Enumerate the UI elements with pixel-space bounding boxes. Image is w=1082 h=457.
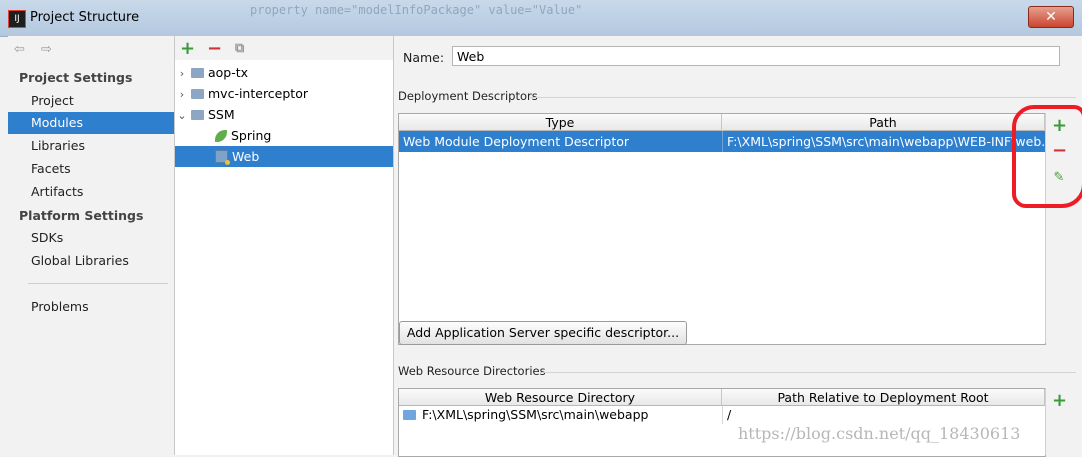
copy-icon[interactable]: ⧉: [235, 41, 244, 56]
resource-side-toolbar: +: [1045, 388, 1076, 455]
tree-node-spring[interactable]: Spring: [175, 125, 393, 146]
module-folder-icon: [191, 68, 204, 78]
web-resource-directories-table: Web Resource Directory Path Relative to …: [398, 388, 1046, 457]
tree-node-label: mvc-interceptor: [208, 86, 308, 101]
column-header-type[interactable]: Type: [399, 114, 722, 131]
expand-chevron-icon[interactable]: ›: [175, 63, 189, 84]
forward-arrow-icon[interactable]: ⇨: [41, 42, 52, 57]
facet-detail-panel: Name: Deployment Descriptors Type Path W…: [394, 36, 1082, 457]
sidebar-item-global-libraries[interactable]: Global Libraries: [8, 250, 174, 272]
module-tree-panel: + − ⧉ › aop-tx › mvc-interceptor ⌄ SSM Spri…: [175, 36, 394, 455]
tree-toolbar: + − ⧉: [175, 36, 393, 60]
tree-node-label: Web: [232, 149, 260, 164]
web-resource-directories-title: Web Resource Directories: [398, 364, 546, 378]
sidebar-item-problems[interactable]: Problems: [8, 296, 174, 318]
sidebar-divider: [28, 283, 168, 284]
tree-node-aop-tx[interactable]: › aop-tx: [175, 62, 393, 83]
web-facet-icon: [215, 150, 230, 165]
relative-path-cell: /: [722, 406, 1045, 424]
remove-icon[interactable]: −: [207, 38, 222, 59]
column-header-path[interactable]: Path: [722, 114, 1045, 131]
tree-node-ssm[interactable]: ⌄ SSM: [175, 104, 393, 125]
column-header-web-resource-directory[interactable]: Web Resource Directory: [399, 389, 722, 406]
add-server-descriptor-button[interactable]: Add Application Server specific descript…: [399, 321, 687, 345]
name-input[interactable]: [452, 46, 1060, 66]
tree-node-label: SSM: [208, 107, 235, 122]
web-folder-icon: [403, 410, 416, 420]
sidebar-item-libraries[interactable]: Libraries: [8, 135, 174, 157]
table-row[interactable]: F:\XML\spring\SSM\src\main\webapp /: [399, 406, 1045, 424]
tree-node-label: aop-tx: [208, 65, 249, 80]
back-arrow-icon[interactable]: ⇦: [14, 42, 25, 57]
sidebar-item-modules[interactable]: Modules: [8, 112, 174, 134]
module-folder-icon: [191, 110, 204, 120]
expand-chevron-icon[interactable]: ›: [175, 84, 189, 105]
group-divider: [530, 97, 1076, 98]
resource-dir-text: F:\XML\spring\SSM\src\main\webapp: [422, 407, 649, 422]
project-settings-header: Project Settings: [19, 70, 133, 85]
close-button[interactable]: ✕: [1028, 6, 1074, 28]
settings-sidebar: ⇦ ⇨ Project Settings Project Modules Lib…: [8, 36, 175, 455]
sidebar-item-sdks[interactable]: SDKs: [8, 227, 174, 249]
platform-settings-header: Platform Settings: [19, 208, 144, 223]
column-header-path-relative[interactable]: Path Relative to Deployment Root: [722, 389, 1045, 406]
add-icon[interactable]: +: [180, 38, 195, 59]
descriptor-path-cell: F:\XML\spring\SSM\src\main\webapp\WEB-IN…: [722, 131, 1045, 152]
red-annotation-circle: [1012, 105, 1082, 208]
module-folder-icon: [191, 89, 204, 99]
title-bar: IJ Project Structure property name="mode…: [0, 0, 1082, 37]
tree-node-label: Spring: [231, 128, 272, 143]
sidebar-item-facets[interactable]: Facets: [8, 158, 174, 180]
deployment-descriptors-table: Type Path Web Module Deployment Descript…: [398, 113, 1046, 345]
background-editor-code: property name="modelInfoPackage" value="…: [250, 3, 583, 17]
intellij-logo-icon: IJ: [8, 10, 26, 28]
tree-node-web[interactable]: Web: [175, 146, 393, 167]
sidebar-item-artifacts[interactable]: Artifacts: [8, 181, 174, 203]
window-title: Project Structure: [30, 10, 140, 25]
tree-node-mvc-interceptor[interactable]: › mvc-interceptor: [175, 83, 393, 104]
spring-leaf-icon: [215, 130, 227, 142]
deployment-descriptors-title: Deployment Descriptors: [398, 89, 538, 103]
name-label: Name:: [403, 50, 445, 65]
resource-dir-cell: F:\XML\spring\SSM\src\main\webapp: [399, 406, 722, 424]
add-resource-icon[interactable]: +: [1052, 390, 1067, 411]
sidebar-item-project[interactable]: Project: [8, 90, 174, 112]
collapse-chevron-icon[interactable]: ⌄: [175, 105, 189, 126]
group-divider: [540, 372, 1076, 373]
table-row[interactable]: Web Module Deployment Descriptor F:\XML\…: [399, 131, 1045, 152]
watermark-text: https://blog.csdn.net/qq_18430613: [738, 424, 1021, 443]
descriptor-type-cell: Web Module Deployment Descriptor: [403, 134, 630, 149]
